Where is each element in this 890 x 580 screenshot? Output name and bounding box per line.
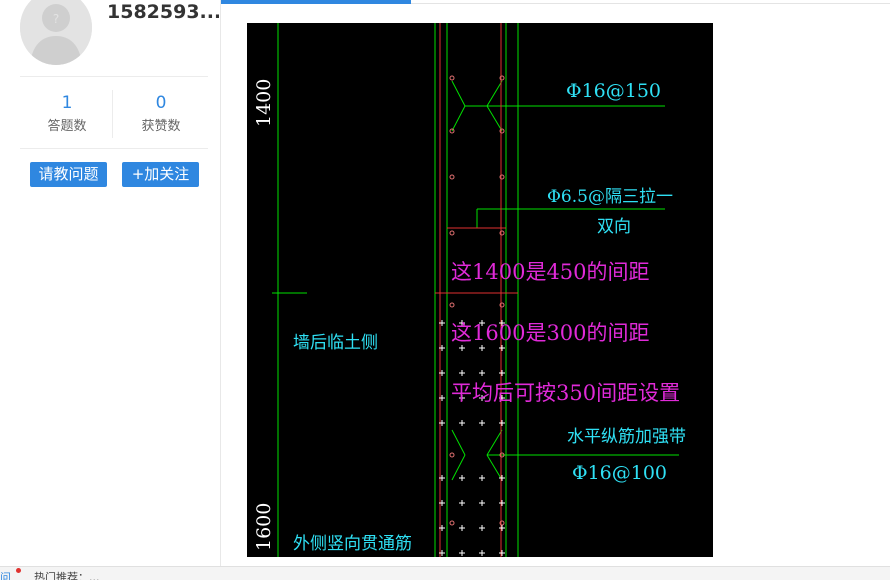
loading-progress-bar	[190, 0, 411, 4]
user-profile-card: ? 1582593... 1 答题数 0 获赞数 请教问题 +加关注	[0, 0, 221, 566]
cad-drawing-image[interactable]: 1400 1600 Φ16@150 Φ6.5@隔三拉一 双向 墙后临土侧 水平纵…	[247, 23, 713, 557]
username[interactable]: 1582593...	[107, 1, 219, 23]
bottom-link[interactable]: 问	[0, 569, 11, 580]
like-count-label: 获赞数	[141, 119, 181, 134]
band-callout-line1: 水平纵筋加强带	[567, 427, 686, 447]
answer-count-label: 答题数	[47, 119, 87, 134]
notification-dot-icon	[16, 568, 21, 573]
bottom-bar-text[interactable]: 热门推荐：...	[34, 569, 100, 580]
like-count-value: 0	[155, 93, 167, 113]
tie-callout-line1: Φ6.5@隔三拉一	[547, 187, 673, 207]
avatar[interactable]: ?	[20, 0, 92, 65]
svg-text:?: ?	[53, 12, 59, 26]
divider	[20, 76, 208, 77]
divider	[20, 148, 208, 149]
answer-count-stat[interactable]: 1 答题数	[20, 92, 114, 137]
annotation-average-spacing: 平均后可按350间距设置	[451, 381, 681, 405]
dimension-label-lower: 1600	[253, 502, 275, 551]
ask-question-button[interactable]: 请教问题	[30, 162, 107, 187]
annotation-1600-spacing: 这1600是300的间距	[451, 321, 650, 345]
top-divider	[411, 3, 890, 4]
dimension-label-upper: 1400	[253, 78, 275, 127]
follow-button[interactable]: +加关注	[122, 162, 199, 187]
annotation-1400-spacing: 这1400是450的间距	[451, 260, 650, 284]
outer-rebar-callout: 外侧竖向贯通筋	[293, 534, 412, 554]
rebar-top-callout: Φ16@150	[566, 80, 662, 102]
like-count-stat[interactable]: 0 获赞数	[114, 92, 208, 137]
bottom-bar: 问 热门推荐：...	[0, 566, 890, 580]
band-callout-line2: Φ16@100	[572, 462, 668, 484]
answer-count-value: 1	[61, 93, 73, 113]
tie-callout-line2: 双向	[597, 217, 631, 237]
wall-side-callout: 墙后临土侧	[293, 333, 378, 353]
default-avatar-icon: ?	[20, 0, 92, 65]
page: ? 1582593... 1 答题数 0 获赞数 请教问题 +加关注 1400 …	[0, 0, 890, 580]
stat-separator	[112, 90, 113, 138]
